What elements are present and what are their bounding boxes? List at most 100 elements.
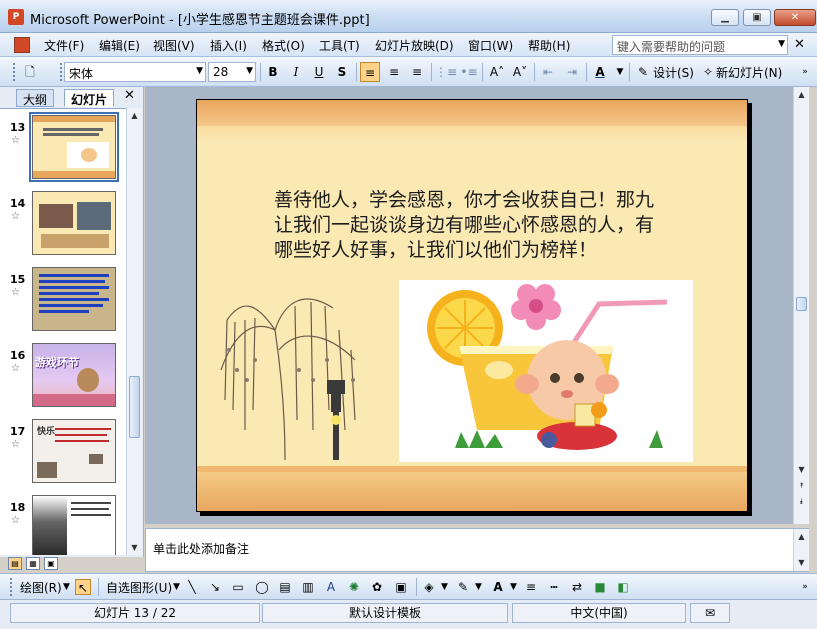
3d-style-icon[interactable]: ◧ <box>615 579 631 595</box>
increase-font-icon[interactable]: A˄ <box>487 62 507 82</box>
autoshapes-menu-button[interactable]: 自选图形(U) <box>106 579 172 596</box>
dash-style-icon[interactable]: ┅ <box>546 579 562 595</box>
chevron-down-icon[interactable]: ▼ <box>510 582 517 592</box>
underline-button[interactable]: U <box>309 62 329 82</box>
tab-outline[interactable]: 大纲 <box>16 89 55 107</box>
new-document-icon[interactable]: 🗋 <box>20 62 40 82</box>
menu-edit[interactable]: 编辑(E) <box>99 37 140 54</box>
current-slide[interactable]: 善待他人，学会感恩，你才会收获自己！那九让我们一起谈谈身边有哪些心怀感恩的人，有… <box>196 99 748 512</box>
arrow-tool-icon[interactable]: ↘ <box>207 579 223 595</box>
slide-thumbnail-18[interactable]: 18 ☆ <box>0 491 126 555</box>
shadow-button[interactable]: S <box>332 62 352 82</box>
notes-pane[interactable]: 单击此处添加备注 ▲ ▼ <box>145 528 809 572</box>
menu-file[interactable]: 文件(F) <box>44 37 84 54</box>
close-button[interactable]: ✕ <box>774 9 816 26</box>
toolbar-grip-handle[interactable] <box>60 63 63 81</box>
decrease-indent-icon[interactable]: ⇤ <box>538 62 558 82</box>
menu-help[interactable]: 帮助(H) <box>528 37 570 54</box>
slide-thumbnail-17[interactable]: 17 ☆ 快乐 <box>0 415 126 491</box>
clipart-icon[interactable]: ✿ <box>369 579 385 595</box>
rectangle-tool-icon[interactable]: ▭ <box>230 579 246 595</box>
lemonade-kid-picture[interactable] <box>399 280 693 462</box>
shadow-style-icon[interactable]: ■ <box>592 579 608 595</box>
increase-indent-icon[interactable]: ⇥ <box>562 62 582 82</box>
fill-color-icon[interactable]: ◈ <box>421 579 437 595</box>
toolbar-options-icon[interactable]: » <box>795 62 815 82</box>
draw-menu-button[interactable]: 绘图(R) <box>20 579 62 596</box>
font-color-icon[interactable]: A <box>590 62 610 82</box>
chevron-down-icon[interactable]: ▼ <box>475 582 482 592</box>
scrollbar-thumb[interactable] <box>796 297 807 311</box>
bold-button[interactable]: B <box>263 62 283 82</box>
scroll-up-icon[interactable]: ▲ <box>794 87 809 102</box>
spellcheck-icon[interactable]: ✉ <box>690 603 730 623</box>
wordart-icon[interactable]: A <box>323 579 339 595</box>
slide-scrollbar[interactable]: ▲ ▼ ⯭ ⯯ <box>793 87 809 524</box>
minimize-button[interactable]: ▁ <box>711 9 739 26</box>
menu-tools[interactable]: 工具(T) <box>319 37 360 54</box>
insert-picture-icon[interactable]: ▣ <box>393 579 409 595</box>
chevron-down-icon[interactable]: ▼ <box>610 62 630 82</box>
slide-thumbnail-16[interactable]: 16 ☆ 游戏环节 <box>0 339 126 415</box>
menu-window[interactable]: 窗口(W) <box>468 37 513 54</box>
scroll-down-icon[interactable]: ▼ <box>127 540 142 555</box>
line-color-icon[interactable]: ✎ <box>455 579 471 595</box>
menu-format[interactable]: 格式(O) <box>262 37 305 54</box>
new-slide-button[interactable]: 新幻灯片(N) <box>716 64 782 81</box>
menu-insert[interactable]: 插入(I) <box>210 37 247 54</box>
slide-thumbnail-14[interactable]: 14 ☆ <box>0 187 126 263</box>
thumbnail-scrollbar[interactable]: ▲ ▼ <box>126 108 142 555</box>
chevron-down-icon[interactable]: ▼ <box>246 66 253 76</box>
normal-view-icon[interactable]: ▤ <box>8 557 22 570</box>
align-center-icon[interactable]: ≡ <box>384 62 404 82</box>
select-pointer-icon[interactable]: ↖ <box>75 579 91 595</box>
menu-view[interactable]: 视图(V) <box>153 37 195 54</box>
next-slide-icon[interactable]: ⯯ <box>794 494 809 509</box>
italic-button[interactable]: I <box>286 62 306 82</box>
line-tool-icon[interactable]: ╲ <box>184 579 200 595</box>
chevron-down-icon[interactable]: ▼ <box>778 39 785 49</box>
maximize-button[interactable]: ▣ <box>743 9 771 26</box>
decrease-font-icon[interactable]: A˅ <box>510 62 530 82</box>
slide-thumbnail-15[interactable]: 15 ☆ <box>0 263 126 339</box>
chevron-down-icon[interactable]: ▼ <box>196 66 203 76</box>
chevron-down-icon[interactable]: ▼ <box>63 582 70 592</box>
oval-tool-icon[interactable]: ◯ <box>254 579 270 595</box>
close-icon[interactable]: ✕ <box>124 88 135 103</box>
scroll-up-icon[interactable]: ▲ <box>794 529 809 544</box>
slide-thumbnail-13[interactable]: 13 ☆ <box>0 111 126 187</box>
scroll-down-icon[interactable]: ▼ <box>794 555 809 570</box>
diagram-icon[interactable]: ✺ <box>346 579 362 595</box>
slide-body-text[interactable]: 善待他人，学会感恩，你才会收获自己！那九让我们一起谈谈身边有哪些心怀感恩的人，有… <box>274 188 672 263</box>
bulleted-list-icon[interactable]: •≡ <box>459 62 479 82</box>
toolbar-grip-handle[interactable] <box>10 578 13 596</box>
previous-slide-icon[interactable]: ⯭ <box>794 478 809 493</box>
textbox-tool-icon[interactable]: ▤ <box>277 579 293 595</box>
new-slide-icon[interactable]: ✧ <box>698 62 718 82</box>
scroll-up-icon[interactable]: ▲ <box>127 108 142 123</box>
notes-scrollbar[interactable]: ▲ ▼ <box>793 529 809 571</box>
scrollbar-thumb[interactable] <box>129 376 140 438</box>
vertical-textbox-icon[interactable]: ▥ <box>300 579 316 595</box>
slideshow-view-icon[interactable]: ▣ <box>44 557 58 570</box>
scroll-down-icon[interactable]: ▼ <box>794 462 809 477</box>
menu-slideshow[interactable]: 幻灯片放映(D) <box>375 37 454 54</box>
toolbar-grip-handle[interactable] <box>13 63 16 81</box>
chevron-down-icon[interactable]: ▼ <box>173 582 180 592</box>
font-color-icon[interactable]: A <box>490 579 506 595</box>
chevron-down-icon[interactable]: ▼ <box>441 582 448 592</box>
line-style-icon[interactable]: ≡ <box>523 579 539 595</box>
document-icon[interactable] <box>14 37 30 53</box>
font-name-select[interactable]: 宋体 ▼ <box>64 62 206 82</box>
slide-sorter-view-icon[interactable]: ▦ <box>26 557 40 570</box>
numbered-list-icon[interactable]: ⋮≡ <box>435 62 457 82</box>
align-right-icon[interactable]: ≡ <box>407 62 427 82</box>
help-search-input[interactable]: 键入需要帮助的问题 ▼ <box>612 35 788 55</box>
design-button[interactable]: 设计(S) <box>653 64 694 81</box>
arrow-style-icon[interactable]: ⇄ <box>569 579 585 595</box>
close-document-icon[interactable]: ✕ <box>794 37 805 52</box>
design-icon[interactable]: ✎ <box>633 62 653 82</box>
font-size-select[interactable]: 28 ▼ <box>208 62 256 82</box>
toolbar-options-icon[interactable]: » <box>795 577 815 597</box>
powerpoint-app-icon[interactable]: P <box>8 9 24 25</box>
